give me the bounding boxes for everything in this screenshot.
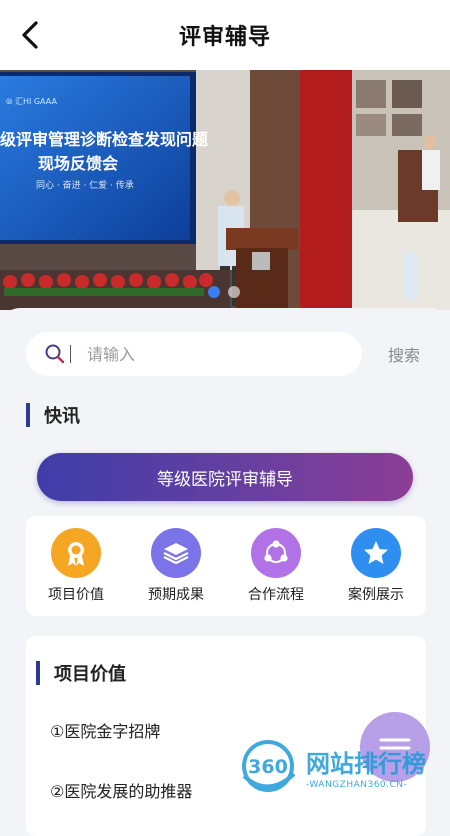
award-ribbon-icon bbox=[51, 528, 101, 578]
back-button[interactable] bbox=[14, 18, 46, 52]
search-separator bbox=[70, 345, 71, 363]
hospital-review-coaching-button[interactable]: 等级医院评审辅导 bbox=[37, 453, 413, 501]
banner-slogan: 同心 · 奋进 · 仁爱 · 传承 bbox=[36, 181, 134, 191]
quick-link-label: 案例展示 bbox=[348, 587, 404, 603]
quick-link-label: 项目价值 bbox=[48, 587, 104, 603]
watermark-logo-icon: 360 bbox=[242, 740, 296, 792]
carousel-dot-2[interactable] bbox=[228, 286, 240, 298]
page-title: 评审辅导 bbox=[178, 25, 271, 50]
project-value-item: ①医院金字招牌 bbox=[50, 722, 161, 741]
banner-subheadline: 现场反馈会 bbox=[38, 154, 119, 173]
site-watermark: 360 网站排行榜 -WANGZHAN360.CN- bbox=[238, 738, 448, 798]
quick-link-cooperation-process[interactable]: 合作流程 bbox=[231, 516, 321, 616]
carousel-dot-1[interactable] bbox=[208, 286, 220, 298]
watermark-subtext: -WANGZHAN360.CN- bbox=[306, 780, 408, 790]
banner-logo-text: ⦾ 汇HI GAAA bbox=[6, 97, 57, 106]
project-value-item: ②医院发展的助推器 bbox=[50, 782, 193, 801]
banner-headline: 级评审管理诊断检查发现问题 bbox=[0, 130, 209, 149]
project-value-title: 项目价值 bbox=[54, 664, 126, 685]
quick-link-expected-results[interactable]: 预期成果 bbox=[131, 516, 221, 616]
back-arrow-icon bbox=[22, 21, 38, 49]
quick-link-label: 预期成果 bbox=[148, 587, 204, 603]
top-nav-bar: 评审辅导 bbox=[0, 0, 450, 70]
section-accent-bar bbox=[36, 661, 40, 685]
search-input[interactable] bbox=[85, 343, 309, 365]
carousel-indicator bbox=[208, 286, 240, 298]
star-icon bbox=[351, 528, 401, 578]
svg-text:360: 360 bbox=[248, 756, 288, 778]
quick-link-label: 合作流程 bbox=[248, 587, 304, 603]
share-nodes-icon bbox=[251, 528, 301, 578]
search-icon bbox=[45, 344, 65, 364]
banner-carousel[interactable]: ⦾ 汇HI GAAA 级评审管理诊断检查发现问题 现场反馈会 同心 · 奋进 ·… bbox=[0, 70, 450, 310]
news-section-header: 快讯 bbox=[26, 402, 80, 428]
news-section-title: 快讯 bbox=[44, 406, 80, 427]
section-accent-bar bbox=[26, 403, 30, 427]
search-button[interactable]: 搜索 bbox=[388, 342, 420, 366]
search-box bbox=[26, 332, 362, 376]
quick-link-case-showcase[interactable]: 案例展示 bbox=[331, 516, 421, 616]
layers-icon bbox=[151, 528, 201, 578]
quick-links-card: 项目价值 预期成果 合作流程 案例展示 bbox=[26, 516, 426, 616]
search-bar: 搜索 bbox=[26, 332, 426, 376]
project-value-header: 项目价值 bbox=[36, 660, 126, 686]
watermark-text: 网站排行榜 bbox=[306, 750, 426, 778]
quick-link-project-value[interactable]: 项目价值 bbox=[31, 516, 121, 616]
